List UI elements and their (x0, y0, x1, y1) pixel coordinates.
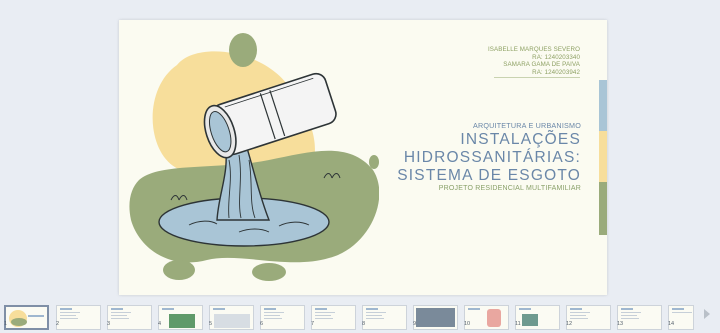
thumbnail-number: 5 (209, 321, 213, 327)
slide-editor-stage: ISABELLE MARQUES SEVERO RA: 1240203340 S… (0, 0, 720, 300)
thumbnail-slide-10[interactable] (464, 305, 509, 330)
thumbnail-slide-6[interactable] (260, 305, 305, 330)
thumbnail-number: 12 (566, 321, 573, 327)
course-label: ARQUITETURA E URBANISMO (472, 121, 581, 130)
slide-subtitle: PROJETO RESIDENCIAL MULTIFAMILIAR (438, 185, 581, 192)
thumbnail-slide-8[interactable] (362, 305, 407, 330)
chevron-right-icon[interactable] (704, 309, 710, 319)
thumbnail-number: 6 (260, 321, 264, 327)
thumbnail-number: 9 (413, 321, 417, 327)
thumbnail-slide-3[interactable] (107, 305, 152, 330)
thumbnail-slide-2[interactable] (56, 305, 101, 330)
slide-title-line-1: INSTALAÇÕES (460, 131, 581, 148)
author-divider (494, 77, 580, 78)
thumbnail-number: 8 (362, 321, 366, 327)
title-block[interactable]: ARQUITETURA E URBANISMO INSTALAÇÕES HIDR… (397, 121, 581, 192)
author-ra-1: RA: 1240203340 (532, 53, 580, 61)
thumbnail-slide-4[interactable] (158, 305, 203, 330)
author-block: ISABELLE MARQUES SEVERO RA: 1240203340 S… (488, 46, 580, 76)
author-ra-2: RA: 1240203942 (532, 68, 580, 76)
thumbnail-number: 10 (464, 321, 471, 327)
pipe-pouring-water-illustration (129, 33, 379, 281)
thumbnail-slide-1[interactable] (4, 305, 49, 330)
thumbnail-slide-9[interactable] (413, 305, 458, 330)
thumbnail-slide-5[interactable] (209, 305, 254, 330)
thumbnail-slide-7[interactable] (311, 305, 356, 330)
thumbnail-number: 3 (107, 321, 111, 327)
thumbnail-slide-12[interactable] (566, 305, 611, 330)
accent-bar-blue (599, 80, 607, 131)
thumbnail-number: 13 (617, 321, 624, 327)
slide-title-line-3: SISTEMA DE ESGOTO (397, 167, 581, 184)
author-name-1: ISABELLE MARQUES SEVERO (487, 46, 580, 53)
thumbnail-number: 1 (4, 321, 8, 327)
thumbnail-slide-11[interactable] (515, 305, 560, 330)
slide-title-line-2: HIDROSSANITÁRIAS: (403, 149, 581, 166)
author-name-2: SAMARA GAMA DE PAIVA (503, 61, 580, 69)
thumbnail-number: 2 (56, 321, 60, 327)
thumbnail-number: 4 (158, 321, 162, 327)
thumbnail-number: 11 (515, 321, 521, 327)
accent-bar-yellow (599, 131, 607, 182)
accent-bar-green (599, 182, 607, 235)
current-slide[interactable]: ISABELLE MARQUES SEVERO RA: 1240203340 S… (119, 20, 607, 295)
thumbnail-number: 7 (311, 321, 315, 327)
thumbnail-slide-13[interactable] (617, 305, 662, 330)
thumbnail-number: 14 (668, 321, 675, 327)
